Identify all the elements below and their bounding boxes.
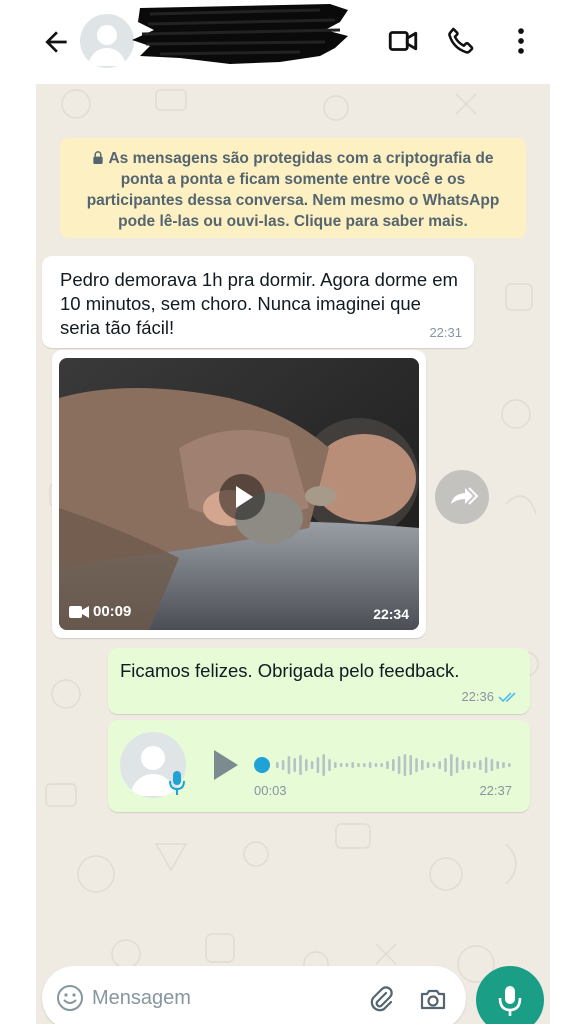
waveform-bar <box>287 756 291 774</box>
waveform-bar <box>432 763 436 767</box>
back-arrow-icon[interactable] <box>40 26 72 58</box>
waveform-bar <box>293 758 296 772</box>
waveform-bar <box>461 760 465 770</box>
waveform-bar <box>455 757 459 773</box>
chat-area[interactable]: As mensagens são protegidas com a cripto… <box>36 84 550 1024</box>
waveform-bar <box>276 762 279 768</box>
camera-icon[interactable] <box>418 984 448 1014</box>
message-text: Pedro demorava 1h pra dormir. Agora dorm… <box>60 269 458 338</box>
video-duration-text: 00:09 <box>93 603 132 620</box>
waveform-bar <box>467 761 470 769</box>
video-play-button[interactable] <box>219 474 265 520</box>
waveform-bar <box>490 759 494 771</box>
waveform-bar <box>316 757 320 773</box>
more-vertical-icon[interactable] <box>504 24 538 58</box>
waveform-bar <box>392 759 395 771</box>
video-camera-icon <box>69 605 89 618</box>
voice-elapsed: 00:03 <box>254 783 287 798</box>
incoming-video-message[interactable]: 00:09 22:34 <box>52 350 426 638</box>
waveform-bar <box>421 760 424 770</box>
encryption-notice-text: As mensagens são protegidas com a cripto… <box>86 150 500 230</box>
waveform-bar <box>363 763 366 767</box>
waveform-bar <box>444 758 447 772</box>
waveform-bar <box>426 762 430 768</box>
microphone-icon <box>498 986 522 1016</box>
voice-record-button[interactable] <box>476 966 544 1024</box>
waveform-bar <box>305 759 308 771</box>
voice-waveform[interactable] <box>254 750 516 780</box>
waveform-bar <box>508 763 511 767</box>
attach-icon[interactable] <box>366 984 396 1014</box>
encryption-notice[interactable]: As mensagens são protegidas com a cripto… <box>60 138 526 238</box>
waveform-bar <box>403 754 407 776</box>
waveform-bar <box>374 763 378 767</box>
forward-button[interactable] <box>435 470 489 524</box>
outgoing-voice-message[interactable]: 00:03 22:37 <box>108 720 530 812</box>
incoming-message[interactable]: Pedro demorava 1h pra dormir. Agora dorm… <box>42 256 474 348</box>
waveform-bar <box>484 757 488 773</box>
video-call-icon[interactable] <box>386 24 420 58</box>
video-duration: 00:09 <box>69 603 131 620</box>
waveform-bar <box>351 762 354 768</box>
voice-progress-handle[interactable] <box>254 757 270 773</box>
outgoing-message[interactable]: Ficamos felizes. Obrigada pelo feedback.… <box>108 648 530 714</box>
video-thumbnail[interactable]: 00:09 22:34 <box>59 358 419 630</box>
waveform-bar <box>368 762 372 768</box>
emoji-icon[interactable] <box>56 984 84 1012</box>
message-input[interactable] <box>92 984 292 1012</box>
lock-icon <box>93 151 104 164</box>
voice-play-icon[interactable] <box>212 748 240 782</box>
microphone-icon <box>169 771 185 795</box>
waveform-bar <box>345 763 349 767</box>
chat-header <box>0 0 576 84</box>
message-composer <box>42 966 466 1024</box>
waveform-bar <box>310 761 314 769</box>
read-ticks-icon <box>498 692 516 703</box>
waveform-bar <box>299 755 302 775</box>
message-text: Ficamos felizes. Obrigada pelo feedback. <box>120 660 460 681</box>
message-time: 22:36 <box>461 689 494 704</box>
message-time: 22:34 <box>373 606 409 622</box>
waveform-bar <box>339 763 343 767</box>
waveform-bar <box>328 759 331 771</box>
waveform-bar <box>409 755 412 775</box>
phone-icon[interactable] <box>444 24 478 58</box>
waveform-bar <box>438 761 441 769</box>
waveform-bar <box>281 760 285 770</box>
waveform-bar <box>450 754 453 776</box>
waveform-bar <box>322 754 325 776</box>
play-icon <box>236 486 253 508</box>
waveform-bar <box>334 762 337 768</box>
waveform-bar <box>415 758 418 772</box>
waveform-bar <box>357 763 360 767</box>
waveform-bar <box>473 762 476 768</box>
waveform-bar <box>386 761 389 769</box>
redacted-contact-name <box>132 4 348 64</box>
waveform-bar <box>496 761 499 769</box>
forward-icon <box>451 487 479 505</box>
message-time: 22:37 <box>479 783 512 798</box>
waveform-bar <box>397 756 401 774</box>
message-time: 22:31 <box>429 325 462 340</box>
waveform-bar <box>479 760 482 770</box>
waveform-bar <box>380 763 383 767</box>
waveform-bar <box>502 762 505 768</box>
